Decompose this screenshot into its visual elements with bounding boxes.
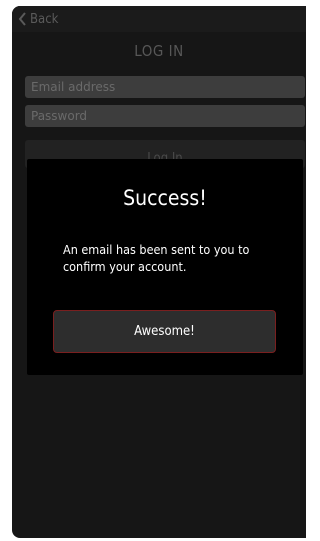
dialog-title: Success! [123, 186, 207, 210]
app-screen: Back LOG IN Log In Success! An email has… [12, 6, 306, 538]
chevron-left-icon [18, 12, 27, 26]
awesome-button[interactable]: Awesome! [53, 310, 276, 353]
success-dialog: Success! An email has been sent to you t… [27, 159, 303, 375]
top-bar: Back [12, 6, 306, 32]
back-label: Back [30, 11, 59, 27]
password-input[interactable] [25, 105, 305, 127]
back-button[interactable]: Back [18, 10, 58, 28]
page-title: LOG IN [134, 42, 184, 60]
dialog-message: An email has been sent to you to confirm… [63, 242, 250, 274]
email-input[interactable] [25, 76, 305, 98]
